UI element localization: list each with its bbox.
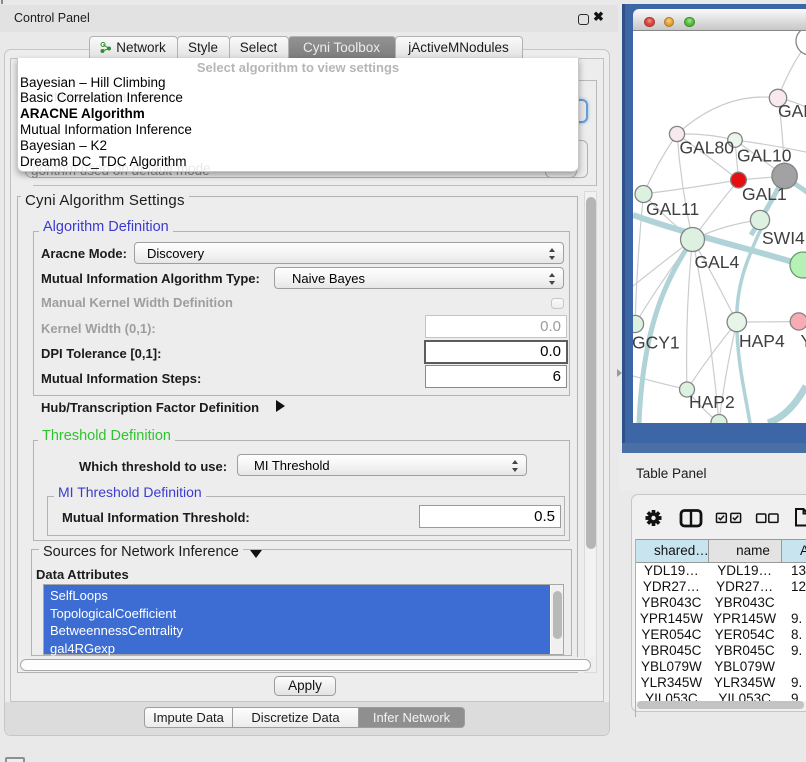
svg-text:HAP4: HAP4 xyxy=(739,331,785,351)
svg-text:GAL1: GAL1 xyxy=(742,184,787,204)
svg-text:GAL80: GAL80 xyxy=(680,138,735,158)
svg-text:HAP2: HAP2 xyxy=(689,392,735,412)
svg-text:GAL10: GAL10 xyxy=(737,146,792,166)
svg-text:GCY1: GCY1 xyxy=(633,333,680,353)
svg-text:GAL8: GAL8 xyxy=(778,101,806,121)
svg-text:SWI4: SWI4 xyxy=(762,228,805,248)
svg-text:GAL4: GAL4 xyxy=(695,252,740,272)
svg-text:Y: Y xyxy=(801,331,806,351)
svg-text:GAL11: GAL11 xyxy=(646,199,699,219)
